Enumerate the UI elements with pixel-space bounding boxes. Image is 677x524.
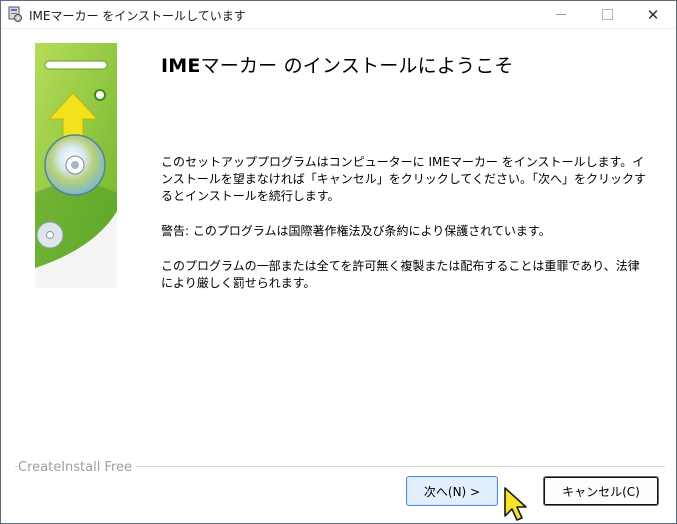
window-title: IMEマーカー をインストールしています bbox=[29, 9, 246, 23]
cancel-button[interactable]: キャンセル(C) bbox=[543, 476, 659, 506]
minimize-icon bbox=[556, 14, 566, 15]
page-title-rest: マーカー のインストールにようこそ bbox=[200, 55, 514, 77]
close-button[interactable]: ✕ bbox=[630, 1, 676, 28]
installer-window: IMEマーカー をインストールしています ✕ IMEマーカー のインストールによ… bbox=[0, 0, 677, 524]
welcome-message: このセットアッププログラムはコンピューターに IMEマーカー をインストールしま… bbox=[161, 154, 651, 310]
installer-brand: CreateInstall Free bbox=[18, 460, 137, 475]
mouse-pointer-icon bbox=[504, 487, 527, 521]
maximize-icon bbox=[601, 9, 613, 20]
minimize-button[interactable] bbox=[538, 1, 584, 28]
warning-paragraph: 警告: このプログラムは国際著作権法及び条約により保護されています。 bbox=[161, 224, 551, 238]
title-bar[interactable]: IMEマーカー をインストールしています ✕ bbox=[1, 1, 676, 29]
legal-paragraph: このプログラムの一部または全てを許可無く複製または配布することは重罪であり、法律… bbox=[161, 259, 640, 290]
setup-banner-graphic bbox=[35, 43, 117, 288]
intro-paragraph: このセットアッププログラムはコンピューターに IMEマーカー をインストールしま… bbox=[161, 155, 647, 203]
next-button[interactable]: 次へ(N) > bbox=[406, 476, 498, 506]
close-icon: ✕ bbox=[646, 5, 660, 24]
maximize-button[interactable] bbox=[584, 1, 630, 28]
installer-icon bbox=[8, 6, 22, 22]
cd-disc-icon bbox=[44, 134, 106, 196]
page-title-bold: IME bbox=[161, 55, 201, 77]
page-title: IMEマーカー のインストールにようこそ bbox=[161, 51, 514, 78]
